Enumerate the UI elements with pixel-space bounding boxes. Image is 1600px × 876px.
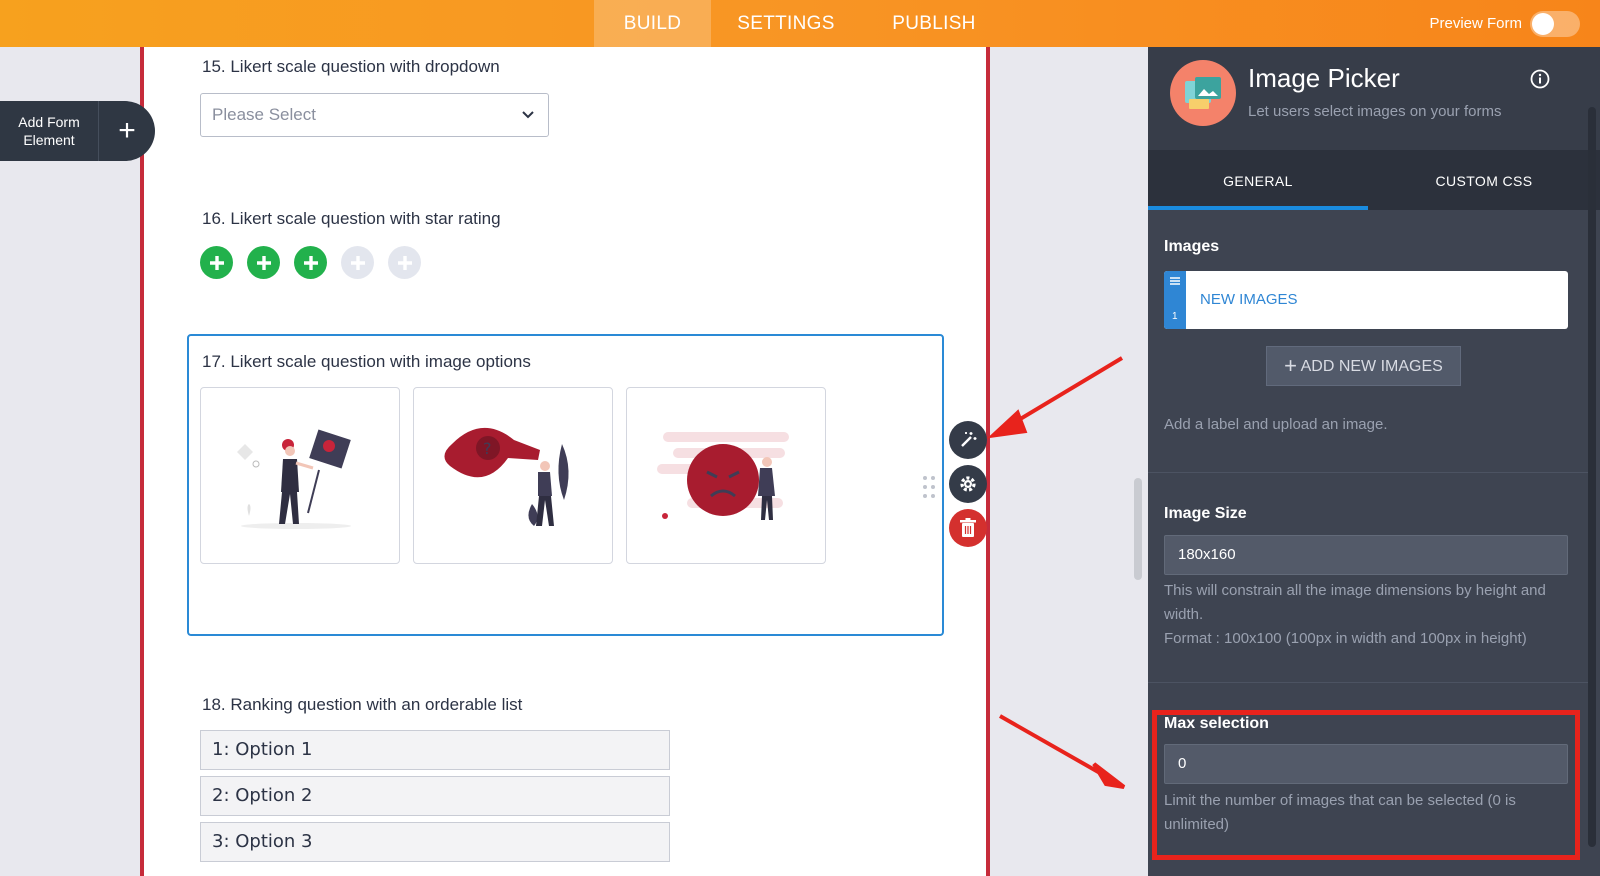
panel-tabs: GENERAL CUSTOM CSS xyxy=(1148,150,1600,210)
image-item-label: NEW IMAGES xyxy=(1200,291,1298,308)
illustration-protest-image xyxy=(237,429,351,529)
star-rating xyxy=(200,246,421,279)
plus-icon: + xyxy=(1284,353,1298,378)
rating-plus-icon[interactable] xyxy=(388,246,421,279)
delete-field-button[interactable] xyxy=(949,509,987,547)
question-15-label: 15. Likert scale question with dropdown xyxy=(202,57,500,76)
chevron-down-icon xyxy=(522,111,534,119)
trash-icon xyxy=(960,518,976,537)
image-option-1[interactable] xyxy=(200,387,400,564)
illustration-megaphone-image: ? xyxy=(444,427,569,526)
illustration-angry-face-image xyxy=(657,432,789,520)
drag-handle-icon[interactable] xyxy=(922,475,936,499)
preview-form-toggle[interactable] xyxy=(1530,10,1580,37)
rating-plus-icon[interactable] xyxy=(200,246,233,279)
panel-header: Image Picker Let users select images on … xyxy=(1148,47,1600,150)
question-17-label: 17. Likert scale question with image opt… xyxy=(202,352,531,371)
builder-tabs: BUILD SETTINGS PUBLISH xyxy=(594,0,1007,47)
tab-publish[interactable]: PUBLISH xyxy=(861,0,1007,47)
image-picker-app-icon xyxy=(1170,60,1236,126)
toggle-knob xyxy=(1532,12,1554,35)
tab-build[interactable]: BUILD xyxy=(594,0,711,47)
top-bar: BUILD SETTINGS PUBLISH Preview Form xyxy=(0,0,1600,47)
images-help-text: Add a label and upload an image. xyxy=(1164,416,1388,433)
arrow-to-max-selection xyxy=(999,714,1126,789)
arrow-to-magic-wand xyxy=(986,356,1124,439)
rating-plus-icon[interactable] xyxy=(247,246,280,279)
tab-custom-css[interactable]: CUSTOM CSS xyxy=(1368,150,1600,210)
ranking-option[interactable]: 3: Option 3 xyxy=(200,822,670,862)
add-new-images-label: ADD NEW IMAGES xyxy=(1300,358,1443,375)
magic-wand-icon xyxy=(961,432,977,447)
preview-form-label: Preview Form xyxy=(1429,15,1522,32)
images-label: Images xyxy=(1164,238,1220,255)
image-item-handle[interactable]: 1 xyxy=(1164,271,1186,329)
magic-wand-button[interactable] xyxy=(949,421,987,459)
tab-settings[interactable]: SETTINGS xyxy=(711,0,861,47)
image-item-index: 1 xyxy=(1172,311,1178,322)
likert-dropdown[interactable]: Please Select xyxy=(200,93,549,137)
svg-text:?: ? xyxy=(483,439,492,458)
section-divider xyxy=(1148,472,1588,473)
tab-general[interactable]: GENERAL xyxy=(1148,150,1368,210)
image-size-label: Image Size xyxy=(1164,505,1247,522)
ranking-option[interactable]: 1: Option 1 xyxy=(200,730,670,770)
menu-icon xyxy=(1170,277,1180,285)
rating-plus-icon[interactable] xyxy=(294,246,327,279)
annotation-highlight-box xyxy=(1152,710,1580,860)
section-divider xyxy=(1148,682,1588,683)
panel-subtitle: Let users select images on your forms xyxy=(1248,103,1502,120)
add-new-images-button[interactable]: + ADD NEW IMAGES xyxy=(1266,346,1461,386)
image-size-input[interactable]: 180x160 xyxy=(1164,535,1568,575)
rating-plus-icon[interactable] xyxy=(341,246,374,279)
dropdown-placeholder: Please Select xyxy=(212,105,316,124)
ranking-option[interactable]: 2: Option 2 xyxy=(200,776,670,816)
question-16-label: 16. Likert scale question with star rati… xyxy=(202,209,501,228)
gear-icon xyxy=(960,476,976,492)
image-size-help-text: This will constrain all the image dimens… xyxy=(1164,582,1546,623)
panel-title: Image Picker xyxy=(1248,63,1400,93)
properties-button[interactable] xyxy=(949,465,987,503)
image-option-3[interactable] xyxy=(626,387,826,564)
preview-form-control: Preview Form xyxy=(1429,0,1580,47)
image-size-format-text: Format : 100x100 (100px in width and 100… xyxy=(1164,630,1527,647)
image-list-item[interactable]: 1 NEW IMAGES xyxy=(1164,271,1568,329)
add-form-element-label: Add Form Element xyxy=(18,114,80,148)
info-icon[interactable] xyxy=(1530,69,1550,89)
image-option-2[interactable]: ? xyxy=(413,387,613,564)
add-form-element-button[interactable]: Add Form Element + xyxy=(0,101,155,161)
panel-scrollbar[interactable] xyxy=(1588,107,1596,847)
canvas-scrollbar[interactable] xyxy=(1134,478,1142,580)
plus-icon: + xyxy=(98,101,155,161)
question-18-label: 18. Ranking question with an orderable l… xyxy=(202,695,523,714)
